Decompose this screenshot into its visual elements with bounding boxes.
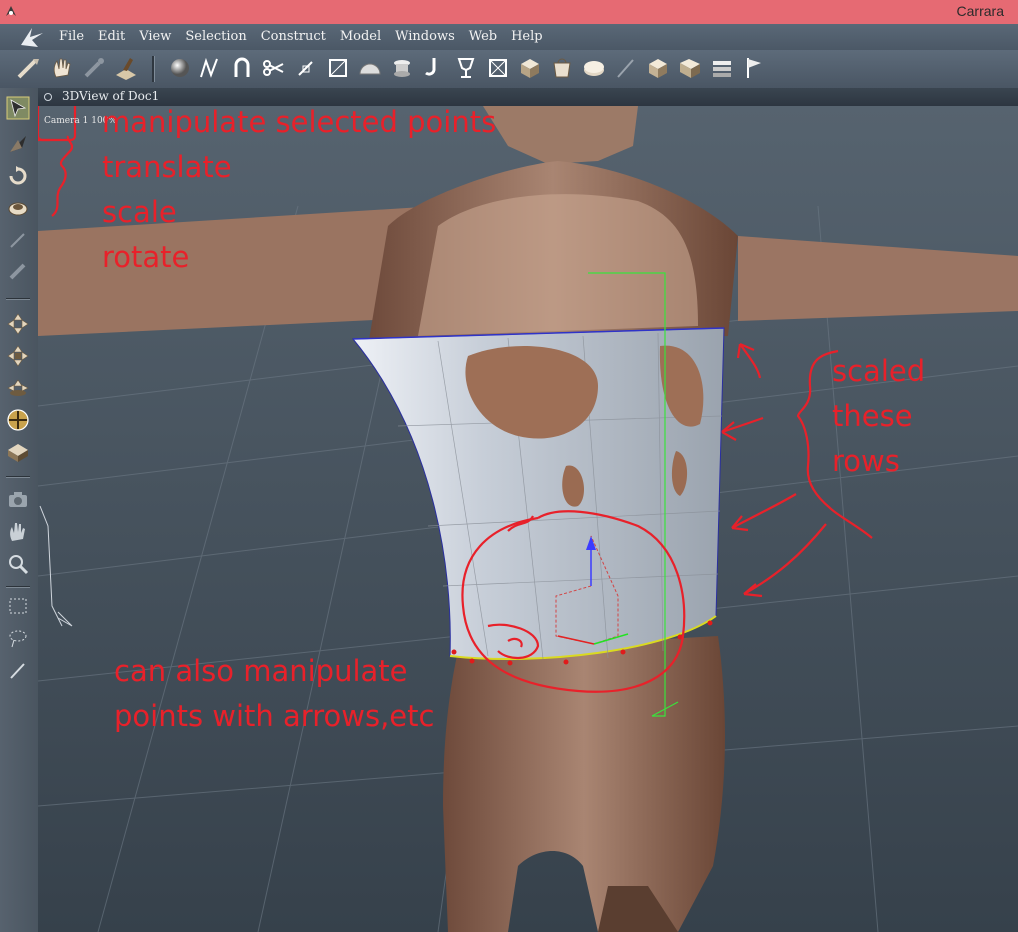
cube-b-icon[interactable] [676,54,704,82]
menu-edit[interactable]: Edit [91,28,132,46]
annotation-can-also: can also manipulate [114,654,408,688]
viewport-scene [38,106,1018,932]
move-tool-icon[interactable] [14,54,42,82]
scale-icon[interactable] [4,194,32,222]
link-icon[interactable] [4,258,32,286]
main-toolbar [0,50,1018,89]
zoom-icon[interactable] [4,550,32,578]
annotation-scale: scale [102,195,177,229]
move-xz-icon[interactable] [4,342,32,370]
annotation-scaled: scaled [832,354,926,388]
brush-icon[interactable] [612,54,640,82]
cube-c-icon[interactable] [708,54,736,82]
annotation-rotate: rotate [102,240,190,274]
knife-icon[interactable] [4,226,32,254]
carrara-app-icon[interactable] [4,4,18,18]
trackball-icon[interactable] [4,406,32,434]
move-xy-icon[interactable] [4,310,32,338]
lathe-icon[interactable] [388,54,416,82]
annotation-manipulate: manipulate selected points [102,105,497,139]
hook-icon[interactable] [420,54,448,82]
menu-file[interactable]: File [52,28,91,46]
disk-icon[interactable] [580,54,608,82]
magnet-icon[interactable] [228,54,256,82]
cube-icon[interactable] [516,54,544,82]
menu-model[interactable]: Model [333,28,388,46]
flag-icon[interactable] [740,54,768,82]
bag-icon[interactable] [548,54,576,82]
window-titlebar: Carrara [0,0,1018,24]
pin-icon[interactable] [292,54,320,82]
3d-viewport[interactable] [38,106,1018,932]
sphere-primitive-icon[interactable] [166,54,194,82]
paint-select-icon[interactable] [4,656,32,684]
menu-selection[interactable]: Selection [178,28,253,46]
annotation-these: these [832,399,913,433]
annotation-points-arrows: points with arrows,etc [114,699,435,733]
paint-tool-icon[interactable] [112,54,140,82]
hemisphere-icon[interactable] [356,54,384,82]
frame-icon[interactable] [324,54,352,82]
tool-separator [6,476,30,478]
menu-construct[interactable]: Construct [254,28,333,46]
left-tool-palette [0,88,39,932]
menu-view[interactable]: View [132,28,178,46]
menu-help[interactable]: Help [504,28,550,46]
toolbar-separator [152,56,155,82]
menu-web[interactable]: Web [462,28,504,46]
bone-tool-icon[interactable] [80,54,108,82]
manipulate-selected-points-icon[interactable] [4,94,32,122]
carrara-logo-icon[interactable] [18,25,46,49]
plane-icon[interactable] [4,438,32,466]
annotation-rows: rows [832,444,900,478]
view-options-icon[interactable] [44,93,52,101]
move-yz-icon[interactable] [4,374,32,402]
cube-a-icon[interactable] [644,54,672,82]
rotate-icon[interactable] [4,162,32,190]
hand-tool-icon[interactable] [48,54,76,82]
goblet-icon[interactable] [452,54,480,82]
spline-icon[interactable] [196,54,224,82]
menu-windows[interactable]: Windows [388,28,462,46]
box-grid-icon[interactable] [484,54,512,82]
camera-icon[interactable] [4,486,32,514]
translate-icon[interactable] [4,130,32,158]
lasso-icon[interactable] [4,624,32,652]
scissors-icon[interactable] [260,54,288,82]
annotation-translate: translate [102,150,232,184]
tool-separator [6,298,30,300]
rect-select-icon[interactable] [4,592,32,620]
hand-pan-icon[interactable] [4,518,32,546]
menu-bar: File Edit View Selection Construct Model… [0,24,1018,50]
window-title: Carrara [956,3,1004,19]
tool-separator [6,586,30,588]
